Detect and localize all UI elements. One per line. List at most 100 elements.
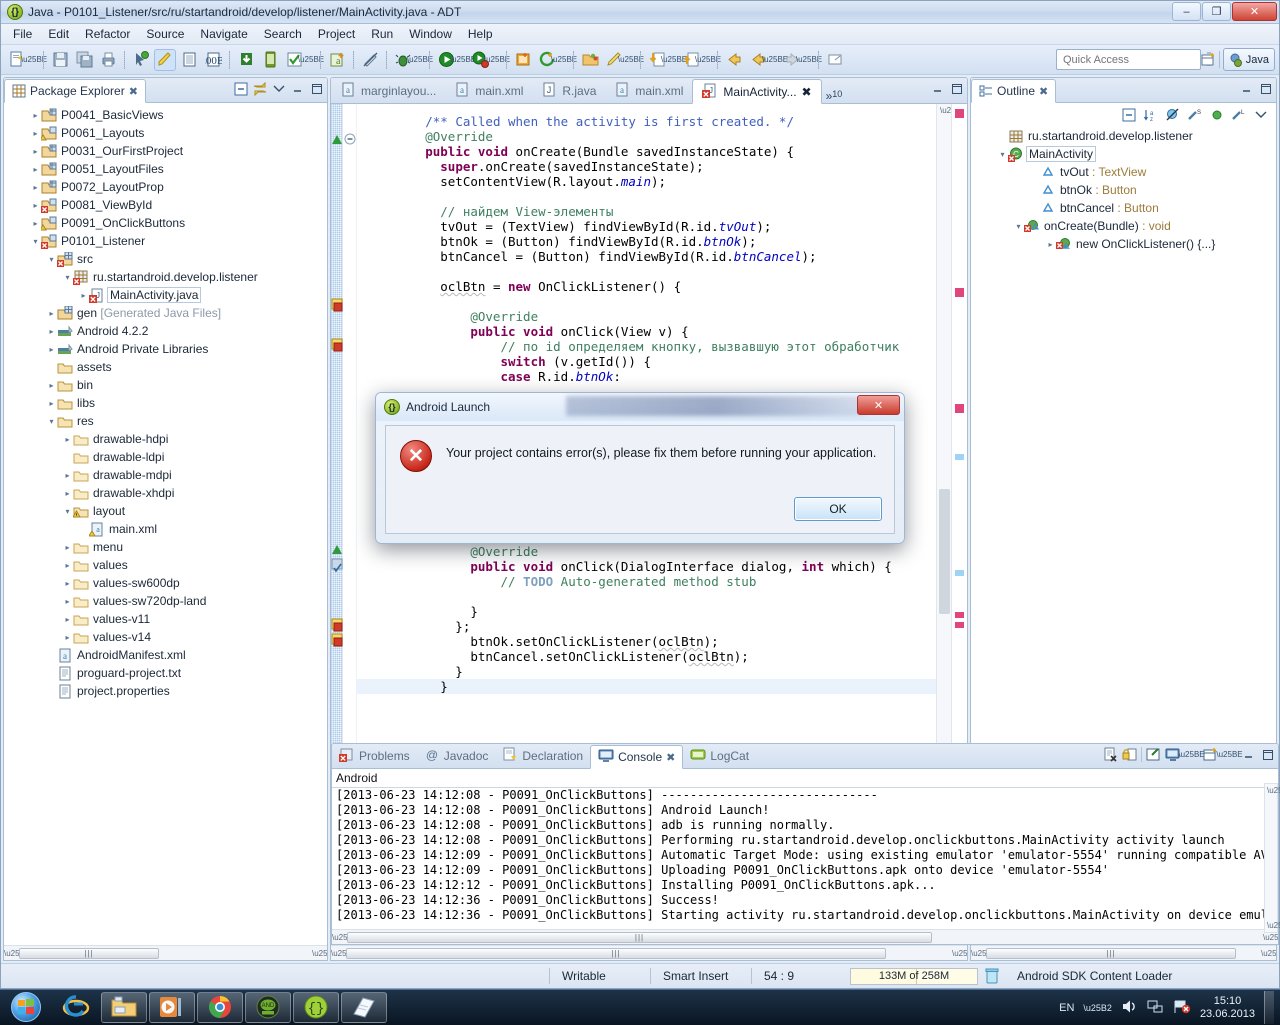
android-emulator-icon[interactable]: AND [245,991,291,1023]
expand-arrow-icon[interactable] [62,561,73,570]
outline-item[interactable]: tvOut : TextView [975,163,1276,181]
bottom-tab[interactable]: @ Javadoc [417,744,496,768]
menu-item-project[interactable]: Project [310,25,363,43]
tree-item[interactable]: values-sw600dp [8,574,327,592]
expand-arrow-icon[interactable] [62,273,73,282]
tree-item[interactable]: drawable-xhdpi [8,484,327,502]
sort-alphabetically-icon[interactable]: az [1143,108,1158,123]
show-hidden-icons-icon[interactable]: \u25B2 [1083,1003,1112,1013]
close-button[interactable]: ✕ [1232,2,1277,21]
expand-arrow-icon[interactable] [1045,240,1056,249]
minimize-button[interactable]: – [1172,2,1201,21]
tree-item[interactable]: libs [8,394,327,412]
collapse-all-icon[interactable] [1121,108,1136,123]
minimize-view-icon[interactable] [930,81,945,96]
expand-arrow-icon[interactable] [46,417,57,426]
expand-arrow-icon[interactable] [62,633,73,642]
maximize-view-icon[interactable] [1260,747,1275,762]
save-all-icon[interactable] [73,49,95,71]
tree-item[interactable]: P0101_Listener [8,232,327,250]
menu-item-window[interactable]: Window [401,25,460,43]
expand-arrow-icon[interactable] [30,219,41,228]
tree-item[interactable]: layout [8,502,327,520]
tree-item[interactable]: drawable-mdpi [8,466,327,484]
open-console-dropdown-icon[interactable]: \u25BE [1216,747,1242,762]
expand-arrow-icon[interactable] [62,471,73,480]
pencil-dropdown-icon[interactable]: \u25BE [618,49,644,71]
editor-vscroll-thumb[interactable] [939,489,950,614]
hide-fields-icon[interactable] [1165,108,1180,123]
android-device-icon[interactable] [259,49,281,71]
restore-view-icon[interactable] [824,49,846,71]
console-hscroll[interactable]: \u25C0 ||| \u25B6 [332,929,1278,944]
expand-arrow-icon[interactable] [30,129,41,138]
outline-item[interactable]: ru.startandroid.develop.listener [975,127,1276,145]
tree-item[interactable]: gen [Generated Java Files] [8,304,327,322]
maximize-view-icon[interactable] [1258,81,1273,96]
tab-package-explorer[interactable]: Package Explorer ✖ [4,79,146,103]
heap-status[interactable]: 133M of 258M [850,967,978,985]
open-perspective-icon[interactable] [1201,52,1216,67]
dialog-close-button[interactable]: ✕ [857,395,900,415]
editor-tab[interactable]: J R.java [532,78,605,103]
menu-item-file[interactable]: File [5,25,40,43]
new-android-project-icon[interactable]: a [326,49,348,71]
outline-item[interactable]: btnOk : Button [975,181,1276,199]
tree-item[interactable]: J MainActivity.java [8,286,327,304]
hscroll-thumb[interactable]: ||| [347,931,932,943]
tree-item[interactable]: project.properties [8,682,327,700]
menu-item-help[interactable]: Help [460,25,501,43]
tree-item[interactable]: bin [8,376,327,394]
quick-access-input[interactable] [1056,49,1201,70]
clear-console-icon[interactable] [1103,747,1118,762]
expand-arrow-icon[interactable] [1013,222,1024,231]
chrome-icon[interactable] [197,991,243,1023]
tree-item[interactable]: values-v11 [8,610,327,628]
tree-item[interactable]: drawable-hdpi [8,430,327,448]
hscroll-thumb[interactable]: ||| [986,947,1236,959]
expand-arrow-icon[interactable] [30,183,41,192]
scroll-left-icon[interactable]: \u25C0 [332,933,358,942]
expand-arrow-icon[interactable] [46,255,57,264]
editor-tab[interactable]: J MainActivity... ✖ [692,79,822,104]
console-vscrollbar[interactable]: \u25B2 \u25BC [1264,783,1280,933]
trash-icon[interactable] [984,968,999,984]
minimize-view-icon[interactable] [1239,81,1254,96]
import-icon[interactable] [235,49,257,71]
expand-arrow-icon[interactable] [62,489,73,498]
tree-item[interactable]: P0061_Layouts [8,124,327,142]
forward-dropdown-icon[interactable]: \u25BE [796,49,822,71]
close-icon[interactable]: ✖ [666,751,675,764]
expand-arrow-icon[interactable] [30,111,41,120]
expand-arrow-icon[interactable] [62,435,73,444]
outline-item[interactable]: btnCancel : Button [975,199,1276,217]
scroll-left-icon[interactable]: \u25C0 [971,949,997,958]
outline-hscroll[interactable]: \u25C0 ||| \u25B6 [971,945,1276,960]
expand-arrow-icon[interactable] [46,399,57,408]
expand-arrow-icon[interactable] [46,327,57,336]
open-folder-icon[interactable] [579,49,601,71]
debug-dropdown-icon[interactable]: \u25BE [407,49,433,71]
scroll-left-icon[interactable]: \u25C0 [331,949,357,958]
hscroll-track[interactable]: ||| [986,947,1261,959]
tree-item[interactable]: proguard-project.txt [8,664,327,682]
maximize-view-icon[interactable] [949,81,964,96]
tree-item[interactable]: P0091_OnClickButtons [8,214,327,232]
collapse-all-icon[interactable] [233,81,248,96]
run-history-dropdown-icon[interactable]: \u25BE [484,49,510,71]
tree-item[interactable]: P0081_ViewById [8,196,327,214]
tree-item[interactable]: P0031_OurFirstProject [8,142,327,160]
menu-item-run[interactable]: Run [363,25,401,43]
package-explorer-hscroll[interactable]: \u25C0 ||| \u25B6 [4,945,327,960]
new-dropdown-icon[interactable]: \u25BE [21,49,47,71]
media-player-icon[interactable] [149,991,195,1023]
expand-arrow-icon[interactable] [62,507,73,516]
tree-item[interactable]: P0051_LayoutFiles [8,160,327,178]
expand-arrow-icon[interactable] [46,345,57,354]
expand-arrow-icon[interactable] [62,615,73,624]
language-indicator[interactable]: EN [1059,1002,1074,1014]
notepad-icon[interactable] [341,991,387,1023]
maximize-button[interactable]: ❐ [1202,2,1231,21]
menu-item-navigate[interactable]: Navigate [192,25,255,43]
expand-arrow-icon[interactable] [78,291,89,300]
